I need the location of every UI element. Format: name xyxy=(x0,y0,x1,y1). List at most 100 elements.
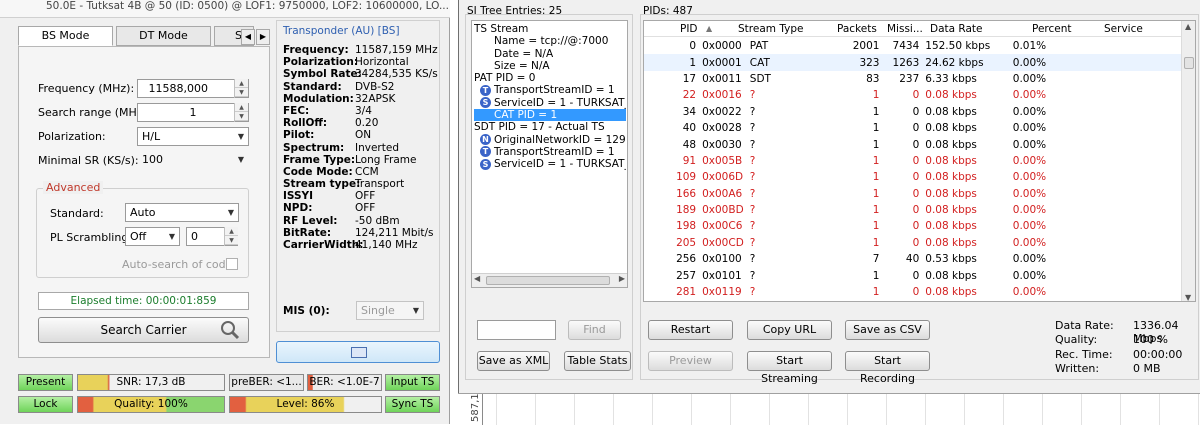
si-tree-item[interactable]: PAT PID = 0 xyxy=(474,72,626,84)
search-range-input[interactable]: 1 xyxy=(137,103,249,122)
cell-packets: 323 xyxy=(828,54,883,71)
chevron-down-icon: ▼ xyxy=(412,306,419,315)
cell-miss: 237 xyxy=(899,72,920,85)
quality-indicator: Quality: 100% xyxy=(77,396,225,413)
si-tree-item[interactable]: CAT PID = 1 xyxy=(474,109,626,122)
col-percent[interactable]: Percent xyxy=(1032,21,1072,37)
save-csv-button[interactable]: Save as CSV xyxy=(845,320,930,340)
cell-dec: 189 xyxy=(676,204,697,217)
search-carrier-button[interactable]: Search Carrier xyxy=(38,317,249,343)
preview-button[interactable]: Preview xyxy=(648,351,733,371)
si-tree-item[interactable]: Name = tcp://@:7000 xyxy=(474,35,626,47)
table-row[interactable]: 1 0x0001 CAT 323 1263 24.62 kbps 0.00% xyxy=(644,54,1181,71)
standard-select[interactable]: Auto ▼ xyxy=(125,203,239,222)
cell-pct: 0.00% xyxy=(1012,122,1047,135)
table-row[interactable]: 257 0x0101? 1 0 0.08 kbps 0.00% xyxy=(644,267,1181,283)
frequency-stepper[interactable]: ▲ ▼ xyxy=(234,79,248,98)
data-rate-label: Data Rate: xyxy=(1055,319,1114,332)
autosearch-label: Auto-search of code xyxy=(122,258,233,271)
cell-service xyxy=(1069,235,1181,251)
table-row[interactable]: 34 0x0022? 1 0 0.08 kbps 0.00% xyxy=(644,104,1181,120)
si-tree-item[interactable]: SServiceID = 1 - TURKSAT_8K xyxy=(474,158,626,170)
scroll-thumb[interactable] xyxy=(486,276,610,285)
scroll-thumb[interactable] xyxy=(1184,57,1194,69)
start-recording-button[interactable]: Start Recording xyxy=(845,351,930,385)
col-missing[interactable]: Missi... xyxy=(887,21,923,37)
table-row[interactable]: 256 0x0100? 7 40 0.53 kbps 0.00% xyxy=(644,251,1181,267)
col-service[interactable]: Service xyxy=(1104,21,1143,37)
copy-url-button[interactable]: Copy URL xyxy=(747,320,832,340)
pl-scrambling-label: PL Scrambling: xyxy=(50,231,133,244)
transponder-key: NPD: xyxy=(283,202,313,215)
si-tree-item[interactable]: Size = N/A xyxy=(474,60,626,72)
scroll-right-icon[interactable]: ▶ xyxy=(619,274,625,283)
tree-node-icon: T xyxy=(480,146,491,158)
table-row[interactable]: 0 0x0000 PAT 2001 7434 152.50 kbps 0.01% xyxy=(644,38,1181,54)
si-tree-item-label: Name = tcp://@:7000 xyxy=(494,35,609,48)
restart-button[interactable]: Restart xyxy=(648,320,733,340)
mis-select[interactable]: Single ▼ xyxy=(356,301,424,320)
pids-vscroll[interactable]: ▲ ▼ xyxy=(1181,21,1195,301)
find-input[interactable] xyxy=(477,320,556,340)
cell-pct: 0.00% xyxy=(1012,171,1047,184)
pids-table[interactable]: PID ▲ Stream Type Packets Missi... Data … xyxy=(643,20,1196,302)
cell-type: ? xyxy=(749,89,756,102)
scroll-down-icon[interactable]: ▼ xyxy=(1185,293,1191,301)
table-row[interactable]: 91 0x005B? 1 0 0.08 kbps 0.00% xyxy=(644,153,1181,169)
table-row[interactable]: 17 0x0011 SDT 83 237 6.33 kbps 0.00% xyxy=(644,71,1181,87)
tab-scroll-right-icon[interactable]: ▶ xyxy=(256,29,270,45)
transponder-row: BitRate: 124,211 Mbit/s xyxy=(283,227,438,239)
table-stats-button[interactable]: Table Stats xyxy=(564,351,631,371)
col-pid[interactable]: PID xyxy=(680,21,698,37)
si-tree-item-label: Size = N/A xyxy=(494,59,550,72)
frequency-input[interactable]: 11588,000 xyxy=(137,79,249,98)
autosearch-checkbox[interactable] xyxy=(226,258,238,270)
scroll-up-icon[interactable]: ▲ xyxy=(1185,22,1191,31)
col-packets[interactable]: Packets xyxy=(837,21,877,37)
si-tree-hscroll[interactable]: ◀ ▶ xyxy=(472,273,627,287)
si-tree-item[interactable]: SDT PID = 17 - Actual TS xyxy=(474,121,626,133)
table-row[interactable]: 22 0x0016? 1 0 0.08 kbps 0.00% xyxy=(644,87,1181,103)
save-xml-button[interactable]: Save as XML xyxy=(477,351,550,371)
cell-pct: 0.00% xyxy=(1012,89,1047,102)
pl-scrambling-select[interactable]: Off ▼ xyxy=(125,227,180,246)
expand-button[interactable] xyxy=(276,341,440,363)
find-button[interactable]: Find xyxy=(568,320,621,340)
transponder-key: RollOff: xyxy=(283,117,328,130)
col-data-rate[interactable]: Data Rate xyxy=(930,21,983,37)
si-tree-item[interactable]: TS Stream xyxy=(474,23,626,35)
transponder-details: Frequency: 11587,159 MHz Polarization:Hori… xyxy=(283,44,438,251)
table-row[interactable]: 40 0x0028? 1 0 0.08 kbps 0.00% xyxy=(644,120,1181,136)
polarization-select[interactable]: H/L ▼ xyxy=(137,127,249,146)
col-stream-type[interactable]: Stream Type xyxy=(738,21,803,37)
tab-bs-mode[interactable]: BS Mode xyxy=(18,26,113,46)
si-tree-item[interactable]: N OriginalNetworkID = 1294 xyxy=(474,134,626,146)
si-tree-item[interactable]: Date = N/A xyxy=(474,48,626,60)
search-range-stepper[interactable]: ▲ ▼ xyxy=(234,103,248,122)
cell-pct: 0.00% xyxy=(1012,220,1047,233)
si-tree-item[interactable]: T TransportStreamID = 1 xyxy=(474,84,626,96)
cell-hex: 0x0022 xyxy=(702,105,742,118)
start-streaming-button[interactable]: Start Streaming xyxy=(747,351,832,385)
scroll-left-icon[interactable]: ◀ xyxy=(474,274,480,283)
spectrum-strip: 587,1 xyxy=(458,393,1200,425)
si-tree-item[interactable]: T TransportStreamID = 1 xyxy=(474,146,626,158)
table-row[interactable]: 166 0x00A6? 1 0 0.08 kbps 0.00% xyxy=(644,186,1181,202)
min-sr-select[interactable]: 100 ▼ xyxy=(137,150,249,169)
table-row[interactable]: 281 0x0119? 1 0 0.08 kbps 0.00% xyxy=(644,284,1181,300)
table-row[interactable]: 48 0x0030? 1 0 0.08 kbps 0.00% xyxy=(644,136,1181,152)
si-tree[interactable]: TS Stream Name = tcp://@:7000 Date = N/A Si… xyxy=(471,20,628,288)
cell-miss: 0 xyxy=(912,236,920,249)
table-row[interactable]: 109 0x006D? 1 0 0.08 kbps 0.00% xyxy=(644,169,1181,185)
transponder-value: OFF xyxy=(355,202,376,215)
table-row[interactable]: 198 0x00C6? 1 0 0.08 kbps 0.00% xyxy=(644,218,1181,234)
si-tree-item[interactable]: SServiceID = 1 - TURKSAT_8K xyxy=(474,97,626,109)
tab-scroll-left-icon[interactable]: ◀ xyxy=(241,29,255,45)
table-row[interactable]: 189 0x00BD? 1 0 0.08 kbps 0.00% xyxy=(644,202,1181,218)
cell-type: ? xyxy=(749,220,756,233)
tab-dt-mode[interactable]: DT Mode xyxy=(116,26,211,46)
cell-packets: 1 xyxy=(872,122,880,135)
pl-scrambling-stepper[interactable]: ▲ ▼ xyxy=(224,227,238,246)
cell-rate: 6.33 kbps xyxy=(925,72,977,85)
table-row[interactable]: 205 0x00CD? 1 0 0.08 kbps 0.00% xyxy=(644,235,1181,251)
